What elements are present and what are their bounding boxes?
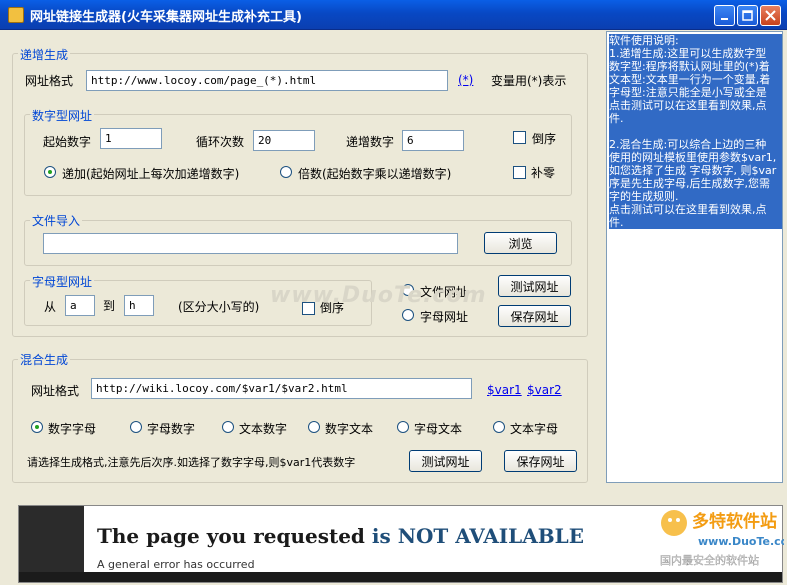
browse-button[interactable]: 浏览 bbox=[484, 232, 557, 254]
option-radio-alpha-num[interactable] bbox=[130, 421, 142, 433]
alpha-group-label: 字母型网址 bbox=[30, 273, 95, 290]
increment-group-label: 递增生成 bbox=[18, 46, 71, 63]
logo-url-text: www.DuoTe.com bbox=[698, 535, 784, 548]
url-format-label: 网址格式 bbox=[25, 74, 74, 88]
close-icon bbox=[765, 10, 776, 21]
increment-test-button[interactable]: 测试网址 bbox=[498, 275, 571, 297]
option-label-alpha-text: 字母文本 bbox=[414, 422, 463, 436]
file-path-input[interactable] bbox=[43, 233, 458, 254]
alpha-url-label: 字母网址 bbox=[420, 310, 469, 324]
numeric-reverse-checkbox[interactable] bbox=[513, 131, 526, 144]
maximize-button[interactable] bbox=[737, 5, 758, 26]
loop-input[interactable]: 20 bbox=[253, 130, 315, 151]
window-title: 网址链接生成器(火车采集器网址生成补充工具) bbox=[30, 10, 302, 25]
error-subtext: A general error has occurred bbox=[97, 558, 255, 571]
option-radio-num-text[interactable] bbox=[308, 421, 320, 433]
case-hint: (区分大小写的) bbox=[178, 300, 260, 314]
step-input[interactable]: 6 bbox=[402, 130, 464, 151]
minimize-icon bbox=[720, 17, 728, 20]
add-mode-label: 递加(起始网址上每次加递增数字) bbox=[62, 167, 240, 181]
increment-save-button[interactable]: 保存网址 bbox=[498, 305, 571, 327]
option-label-num-text: 数字文本 bbox=[325, 422, 374, 436]
close-button[interactable] bbox=[760, 5, 781, 26]
help-text-area[interactable]: 软件使用说明: 1.递增生成:这里可以生成数字型 数字型:程序将默认网址里的(*… bbox=[606, 31, 783, 483]
option-label-text-alpha: 文本字母 bbox=[510, 422, 559, 436]
loop-label: 循环次数 bbox=[196, 135, 245, 149]
mixed-url-format-label: 网址格式 bbox=[31, 384, 80, 398]
error-heading-part1: The page you requested bbox=[97, 524, 372, 548]
browser-bottom-stripe bbox=[19, 572, 782, 582]
alpha-url-radio[interactable] bbox=[402, 309, 414, 321]
start-label: 起始数字 bbox=[43, 135, 92, 149]
numeric-group bbox=[24, 114, 572, 196]
duote-logo-watermark: 多特软件站 www.DuoTe.com 国内最安全的软件站 bbox=[658, 503, 787, 569]
title-bar[interactable]: 网址链接生成器(火车采集器网址生成补充工具) bbox=[0, 0, 787, 30]
to-label: 到 bbox=[103, 299, 116, 313]
mixed-group-label: 混合生成 bbox=[18, 351, 71, 368]
minimize-button[interactable] bbox=[714, 5, 735, 26]
option-radio-num-alpha[interactable] bbox=[31, 421, 43, 433]
option-radio-text-num[interactable] bbox=[222, 421, 234, 433]
maximize-icon bbox=[742, 10, 753, 21]
numeric-reverse-label: 倒序 bbox=[532, 132, 557, 146]
option-label-num-alpha: 数字字母 bbox=[48, 422, 97, 436]
var-insert-link[interactable]: (*) bbox=[458, 73, 473, 87]
add-mode-radio[interactable] bbox=[44, 166, 56, 178]
step-label: 递增数字 bbox=[346, 135, 395, 149]
multiply-mode-label: 倍数(起始数字乘以递增数字) bbox=[298, 167, 452, 181]
option-radio-alpha-text[interactable] bbox=[397, 421, 409, 433]
from-label: 从 bbox=[44, 300, 57, 314]
duote-logo-icon: 多特软件站 www.DuoTe.com 国内最安全的软件站 bbox=[660, 510, 787, 567]
error-heading-part2: is NOT AVAILABLE bbox=[371, 524, 584, 548]
logo-slogan-text: 国内最安全的软件站 bbox=[660, 553, 759, 567]
error-heading: The page you requested is NOT AVAILABLE bbox=[97, 524, 584, 548]
numeric-group-label: 数字型网址 bbox=[30, 107, 95, 124]
mixed-hint: 请选择生成格式,注意先后次序.如选择了数字字母,则$var1代表数字 bbox=[27, 456, 356, 469]
from-input[interactable]: a bbox=[65, 295, 95, 316]
mixed-url-format-input[interactable]: http://wiki.locoy.com/$var1/$var2.html bbox=[91, 378, 472, 399]
option-radio-text-alpha[interactable] bbox=[493, 421, 505, 433]
var1-insert-link[interactable]: $var1 bbox=[487, 383, 522, 397]
logo-cn-text: 多特软件站 bbox=[692, 511, 777, 532]
to-input[interactable]: h bbox=[124, 295, 154, 316]
zero-pad-checkbox[interactable] bbox=[513, 166, 526, 179]
var2-insert-link[interactable]: $var2 bbox=[527, 383, 562, 397]
multiply-mode-radio[interactable] bbox=[280, 166, 292, 178]
app-icon bbox=[8, 7, 24, 23]
file-import-group-label: 文件导入 bbox=[30, 212, 83, 229]
mixed-save-button[interactable]: 保存网址 bbox=[504, 450, 577, 472]
zero-pad-label: 补零 bbox=[531, 166, 556, 180]
url-format-input[interactable]: http://www.locoy.com/page_(*).html bbox=[86, 70, 448, 91]
mixed-test-button[interactable]: 测试网址 bbox=[409, 450, 482, 472]
var-hint: 变量用(*)表示 bbox=[491, 74, 567, 88]
start-input[interactable]: 1 bbox=[100, 128, 162, 149]
help-text: 软件使用说明: 1.递增生成:这里可以生成数字型 数字型:程序将默认网址里的(*… bbox=[609, 34, 782, 229]
option-label-text-num: 文本数字 bbox=[239, 422, 288, 436]
option-label-alpha-num: 字母数字 bbox=[147, 422, 196, 436]
watermark-text: www.DuoTe.com bbox=[270, 283, 487, 308]
